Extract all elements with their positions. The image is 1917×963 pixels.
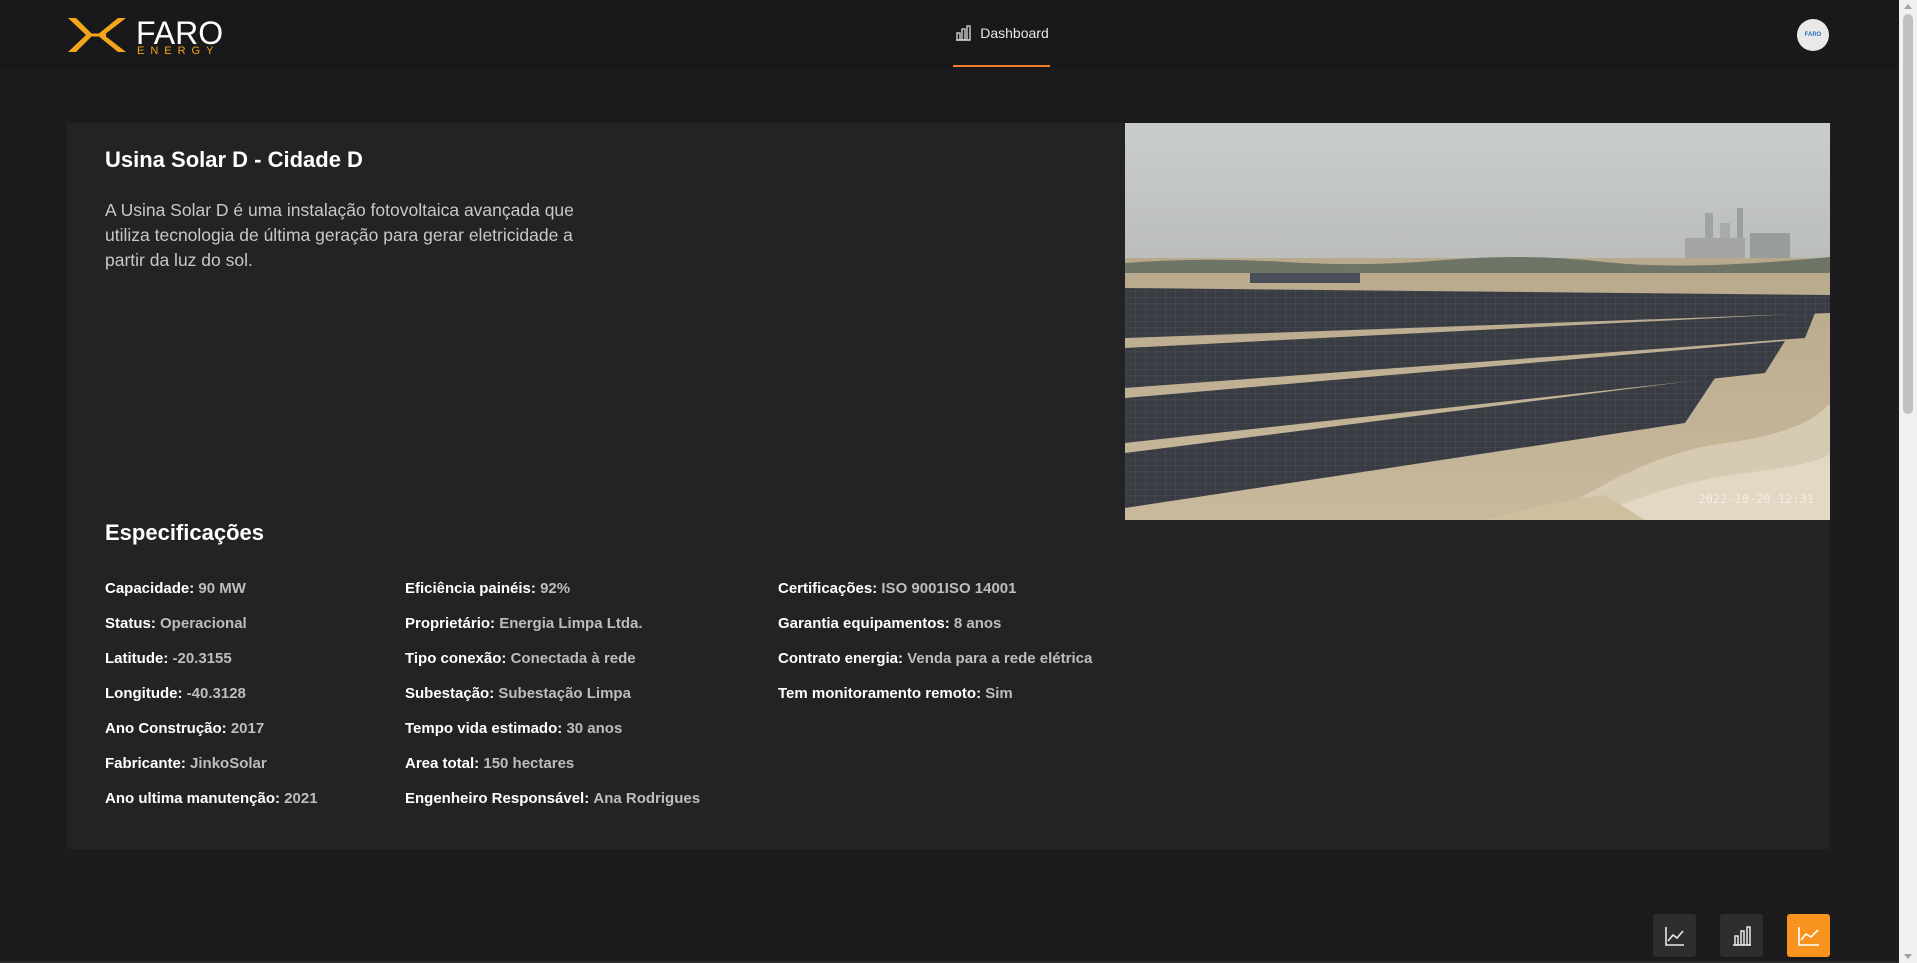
plant-photo: 2022-10-20 12:31 — [1125, 123, 1830, 520]
specs-column-2: Eficiência painéis: 92% Proprietário: En… — [405, 580, 700, 825]
spec-fabricante: Fabricante: JinkoSolar — [105, 755, 267, 772]
plant-title: Usina Solar D - Cidade D — [105, 147, 363, 172]
user-avatar[interactable]: FARO — [1797, 19, 1829, 51]
logo-mark-icon — [68, 18, 126, 52]
spec-capacidade: Capacidade: 90 MW — [105, 580, 246, 597]
spec-longitude: Longitude: -40.3128 — [105, 685, 246, 702]
scroll-down-arrow-icon[interactable] — [1904, 954, 1912, 959]
plant-card: Usina Solar D - Cidade D A Usina Solar D… — [67, 123, 1830, 849]
faro-energy-logo[interactable]: FARO ENERGY — [66, 16, 226, 57]
tab-dashboard-label: Dashboard — [980, 24, 1049, 41]
spec-latitude: Latitude: -20.3155 — [105, 650, 232, 667]
solar-farm-image — [1125, 123, 1830, 520]
line-chart-button[interactable] — [1653, 914, 1696, 957]
bar-chart-icon — [956, 24, 971, 41]
scrollbar-thumb[interactable] — [1903, 14, 1913, 414]
spec-ano-construcao: Ano Construção: 2017 — [105, 720, 265, 737]
spec-ano-ultima-manutencao: Ano ultima manutenção: 2021 — [105, 790, 318, 807]
tab-dashboard[interactable]: Dashboard — [953, 0, 1050, 67]
spec-monitoramento: Tem monitoramento remoto: Sim — [778, 685, 1013, 702]
specs-column-3: Certificações: ISO 9001ISO 14001 Garanti… — [778, 580, 1092, 720]
specs-column-1: Capacidade: 90 MW Status: Operacional La… — [105, 580, 318, 825]
spec-area-total: Area total: 150 hectares — [405, 755, 575, 772]
spec-status: Status: Operacional — [105, 615, 247, 632]
area-chart-button[interactable] — [1787, 914, 1830, 957]
spec-tipo-conexao: Tipo conexão: Conectada à rede — [405, 650, 636, 667]
avatar-text: FARO — [1804, 32, 1822, 38]
spec-proprietario: Proprietário: Energia Limpa Ltda. — [405, 615, 643, 632]
area-chart-icon — [1797, 926, 1819, 946]
specs-title: Especificações — [105, 520, 264, 545]
spec-engenheiro: Engenheiro Responsável: Ana Rodrigues — [405, 790, 701, 807]
spec-tempo-vida: Tempo vida estimado: 30 anos — [405, 720, 623, 737]
spec-contrato-energia: Contrato energia: Venda para a rede elét… — [778, 650, 1093, 667]
scroll-up-arrow-icon[interactable] — [1904, 4, 1912, 9]
bar-chart-button[interactable] — [1720, 914, 1763, 957]
spec-eficiencia-paineis: Eficiência painéis: 92% — [405, 580, 571, 597]
logo-subtitle: ENERGY — [137, 45, 220, 57]
photo-timestamp: 2022-10-20 12:31 — [1698, 492, 1814, 506]
plant-description: A Usina Solar D é uma instalação fotovol… — [105, 200, 574, 270]
spec-certificacoes: Certificações: ISO 9001ISO 14001 — [778, 580, 1017, 597]
top-bar: FARO ENERGY Dashboard FARO — [0, 0, 1899, 70]
spec-garantia: Garantia equipamentos: 8 anos — [778, 615, 1002, 632]
page-scrollbar[interactable] — [1899, 0, 1917, 963]
bar-chart-icon — [1732, 925, 1751, 946]
line-chart-icon — [1664, 926, 1684, 946]
spec-subestacao: Subestação: Subestação Limpa — [405, 685, 631, 702]
